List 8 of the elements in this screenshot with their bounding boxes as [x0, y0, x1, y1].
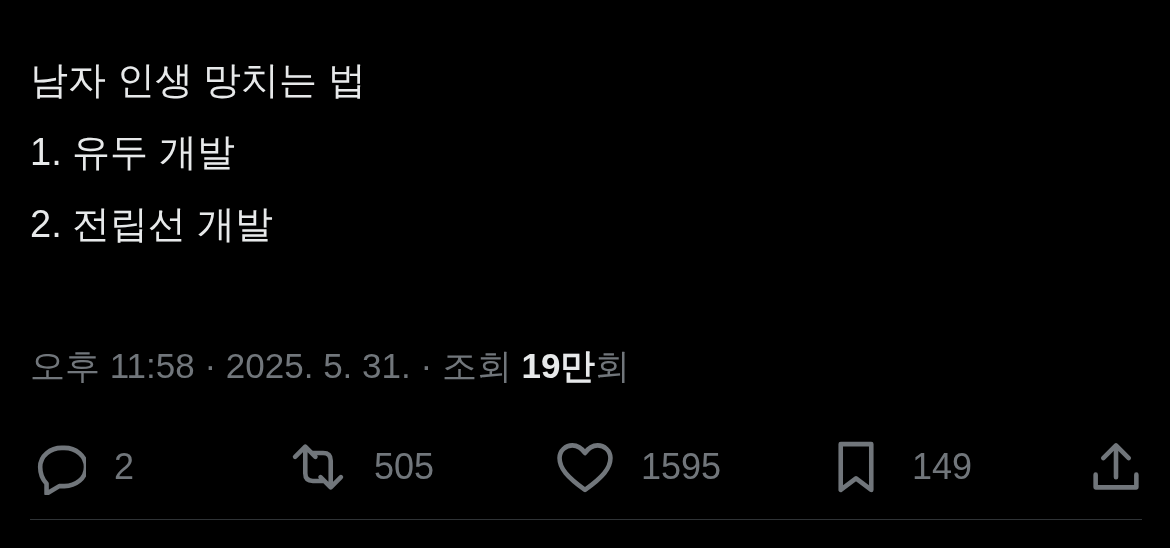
tweet-text-line: 남자 인생 망치는 법	[30, 58, 367, 103]
tweet-text-line: 1. 유두 개발	[30, 130, 236, 175]
tweet-meta-text: 오후 11:58 · 2025. 5. 31. · 조회 19만회	[30, 345, 632, 387]
action-count: 149	[912, 445, 973, 489]
action-count: 1595	[641, 445, 722, 489]
action-count: 2	[114, 445, 135, 489]
action-count: 505	[374, 445, 435, 489]
tweet-text-line: 2. 전립선 개발	[30, 202, 274, 247]
